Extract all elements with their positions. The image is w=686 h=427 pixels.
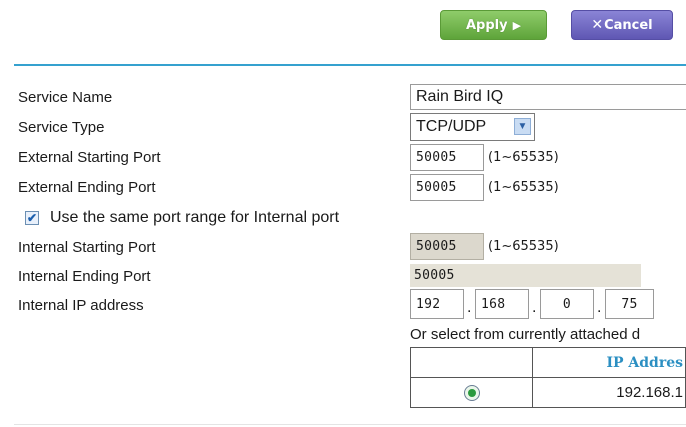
header-divider (14, 64, 686, 66)
ip-octet-1-input[interactable]: 192 (410, 289, 464, 319)
service-type-select[interactable]: TCP/UDP ▼ (410, 113, 535, 141)
service-name-input[interactable]: Rain Bird IQ (410, 84, 686, 110)
ip-dot-separator: . (597, 299, 602, 316)
internal-ending-port-field: 50005 (410, 264, 641, 287)
ip-octet-3-value: 0 (562, 296, 572, 312)
internal-starting-port-input: 50005 (410, 233, 484, 260)
ip-octet-1-value: 192 (416, 296, 441, 312)
service-name-label: Service Name (18, 89, 113, 106)
select-attached-devices-hint: Or select from currently attached d (410, 326, 641, 343)
apply-button[interactable]: Apply ▶ (440, 10, 547, 40)
table-cell-select[interactable] (409, 377, 534, 408)
ip-octet-2-input[interactable]: 168 (475, 289, 529, 319)
external-ending-port-range: (1~65535) (488, 180, 559, 195)
ip-octet-4-value: 75 (621, 296, 638, 312)
close-icon: ✕ (591, 17, 604, 33)
table-header-ip-address: IP Addres (532, 347, 686, 378)
external-starting-port-input[interactable]: 50005 (410, 144, 484, 171)
internal-starting-port-range: (1~65535) (488, 239, 559, 254)
ip-octet-4-input[interactable]: 75 (605, 289, 654, 319)
internal-ending-port-value: 50005 (414, 268, 455, 283)
same-port-range-checkbox[interactable]: ✔ (25, 211, 39, 225)
ip-octet-3-input[interactable]: 0 (540, 289, 594, 319)
service-name-value: Rain Bird IQ (416, 88, 504, 105)
same-port-range-label: Use the same port range for Internal por… (50, 209, 340, 226)
external-ending-port-value: 50005 (416, 180, 457, 195)
external-ending-port-label: External Ending Port (18, 179, 156, 196)
ip-dot-separator: . (467, 299, 472, 316)
attached-devices-table: IP Addres 192.168.1 (409, 347, 686, 408)
service-type-label: Service Type (18, 119, 105, 136)
chevron-down-icon[interactable]: ▼ (514, 118, 531, 135)
cancel-button-label: Cancel (604, 17, 653, 33)
table-header-row: IP Addres (409, 347, 686, 378)
internal-ending-port-label: Internal Ending Port (18, 268, 151, 285)
footer-divider (14, 424, 686, 425)
ip-octet-2-value: 168 (481, 296, 506, 312)
table-header-select (409, 347, 534, 378)
play-arrow-icon: ▶ (512, 18, 522, 32)
table-row[interactable]: 192.168.1 (409, 377, 686, 408)
external-starting-port-label: External Starting Port (18, 149, 161, 166)
cancel-button[interactable]: ✕ Cancel (571, 10, 673, 40)
ip-dot-separator: . (532, 299, 537, 316)
internal-ip-label: Internal IP address (18, 297, 144, 314)
external-ending-port-input[interactable]: 50005 (410, 174, 484, 201)
external-starting-port-value: 50005 (416, 150, 457, 165)
radio-selected-icon[interactable] (463, 385, 480, 402)
internal-starting-port-label: Internal Starting Port (18, 239, 156, 256)
service-type-value: TCP/UDP (416, 118, 487, 135)
external-starting-port-range: (1~65535) (488, 150, 559, 165)
table-cell-ip: 192.168.1 (532, 377, 686, 408)
apply-button-label: Apply (465, 17, 508, 33)
internal-starting-port-value: 50005 (416, 239, 457, 254)
